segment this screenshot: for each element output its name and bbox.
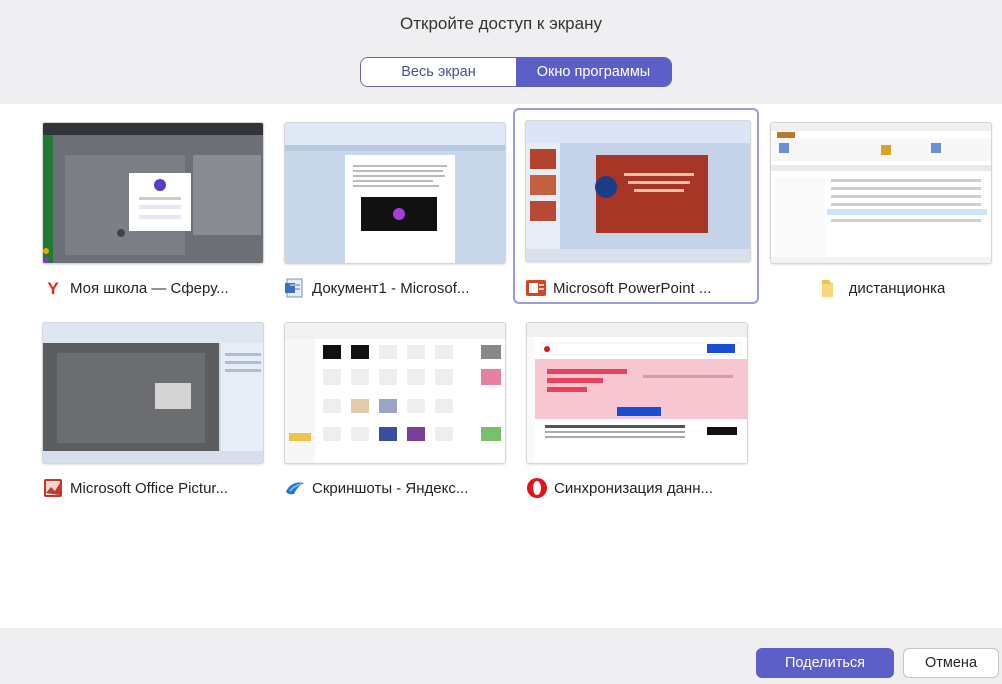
window-tile-opera-sync[interactable]: Синхронизация данн... bbox=[501, 308, 748, 504]
window-thumbnail bbox=[525, 120, 751, 262]
folder-icon bbox=[817, 277, 839, 299]
window-picker-panel: Y Моя школа — Сферу... Документ1 - Micro… bbox=[0, 104, 1002, 628]
window-thumbnail bbox=[284, 322, 506, 464]
window-tile-label: Документ1 - Microsof... bbox=[284, 276, 506, 300]
opera-icon bbox=[526, 477, 548, 499]
share-mode-toggle: Весь экран Окно программы bbox=[360, 57, 672, 87]
tab-program-window[interactable]: Окно программы bbox=[516, 58, 671, 86]
window-tile-picture-manager[interactable]: Microsoft Office Pictur... bbox=[17, 308, 264, 504]
window-tile-label: Microsoft PowerPoint ... bbox=[525, 276, 747, 300]
window-tile-yandex-disk-screenshots[interactable]: Скриншоты - Яндекс... bbox=[259, 308, 506, 504]
window-tile-folder-distance[interactable]: дистанционка bbox=[745, 108, 992, 304]
window-tile-word-document[interactable]: Документ1 - Microsof... bbox=[259, 108, 506, 304]
window-tile-label: дистанционка bbox=[770, 276, 992, 300]
yandex-disk-icon bbox=[284, 477, 306, 499]
window-tile-label: Скриншоты - Яндекс... bbox=[284, 476, 506, 500]
page-title: Откройте доступ к экрану bbox=[400, 14, 602, 33]
window-tile-powerpoint[interactable]: Microsoft PowerPoint ... bbox=[513, 108, 759, 304]
yandex-browser-icon: Y bbox=[42, 277, 64, 299]
window-tile-label: Microsoft Office Pictur... bbox=[42, 476, 264, 500]
svg-text:Y: Y bbox=[47, 279, 59, 298]
window-tile-yandex-school[interactable]: Y Моя школа — Сферу... bbox=[17, 108, 264, 304]
cancel-button[interactable]: Отмена bbox=[903, 648, 999, 678]
window-thumbnail bbox=[526, 322, 748, 464]
window-thumbnail bbox=[42, 322, 264, 464]
window-thumbnail bbox=[42, 122, 264, 264]
word-document-icon bbox=[284, 277, 306, 299]
window-thumbnail bbox=[770, 122, 992, 264]
share-button[interactable]: Поделиться bbox=[756, 648, 894, 678]
window-thumbnail bbox=[284, 122, 506, 264]
powerpoint-icon bbox=[525, 277, 547, 299]
window-tile-label: Синхронизация данн... bbox=[526, 476, 748, 500]
window-tile-label: Y Моя школа — Сферу... bbox=[42, 276, 264, 300]
tab-full-screen[interactable]: Весь экран bbox=[361, 58, 516, 86]
office-picture-manager-icon bbox=[42, 477, 64, 499]
